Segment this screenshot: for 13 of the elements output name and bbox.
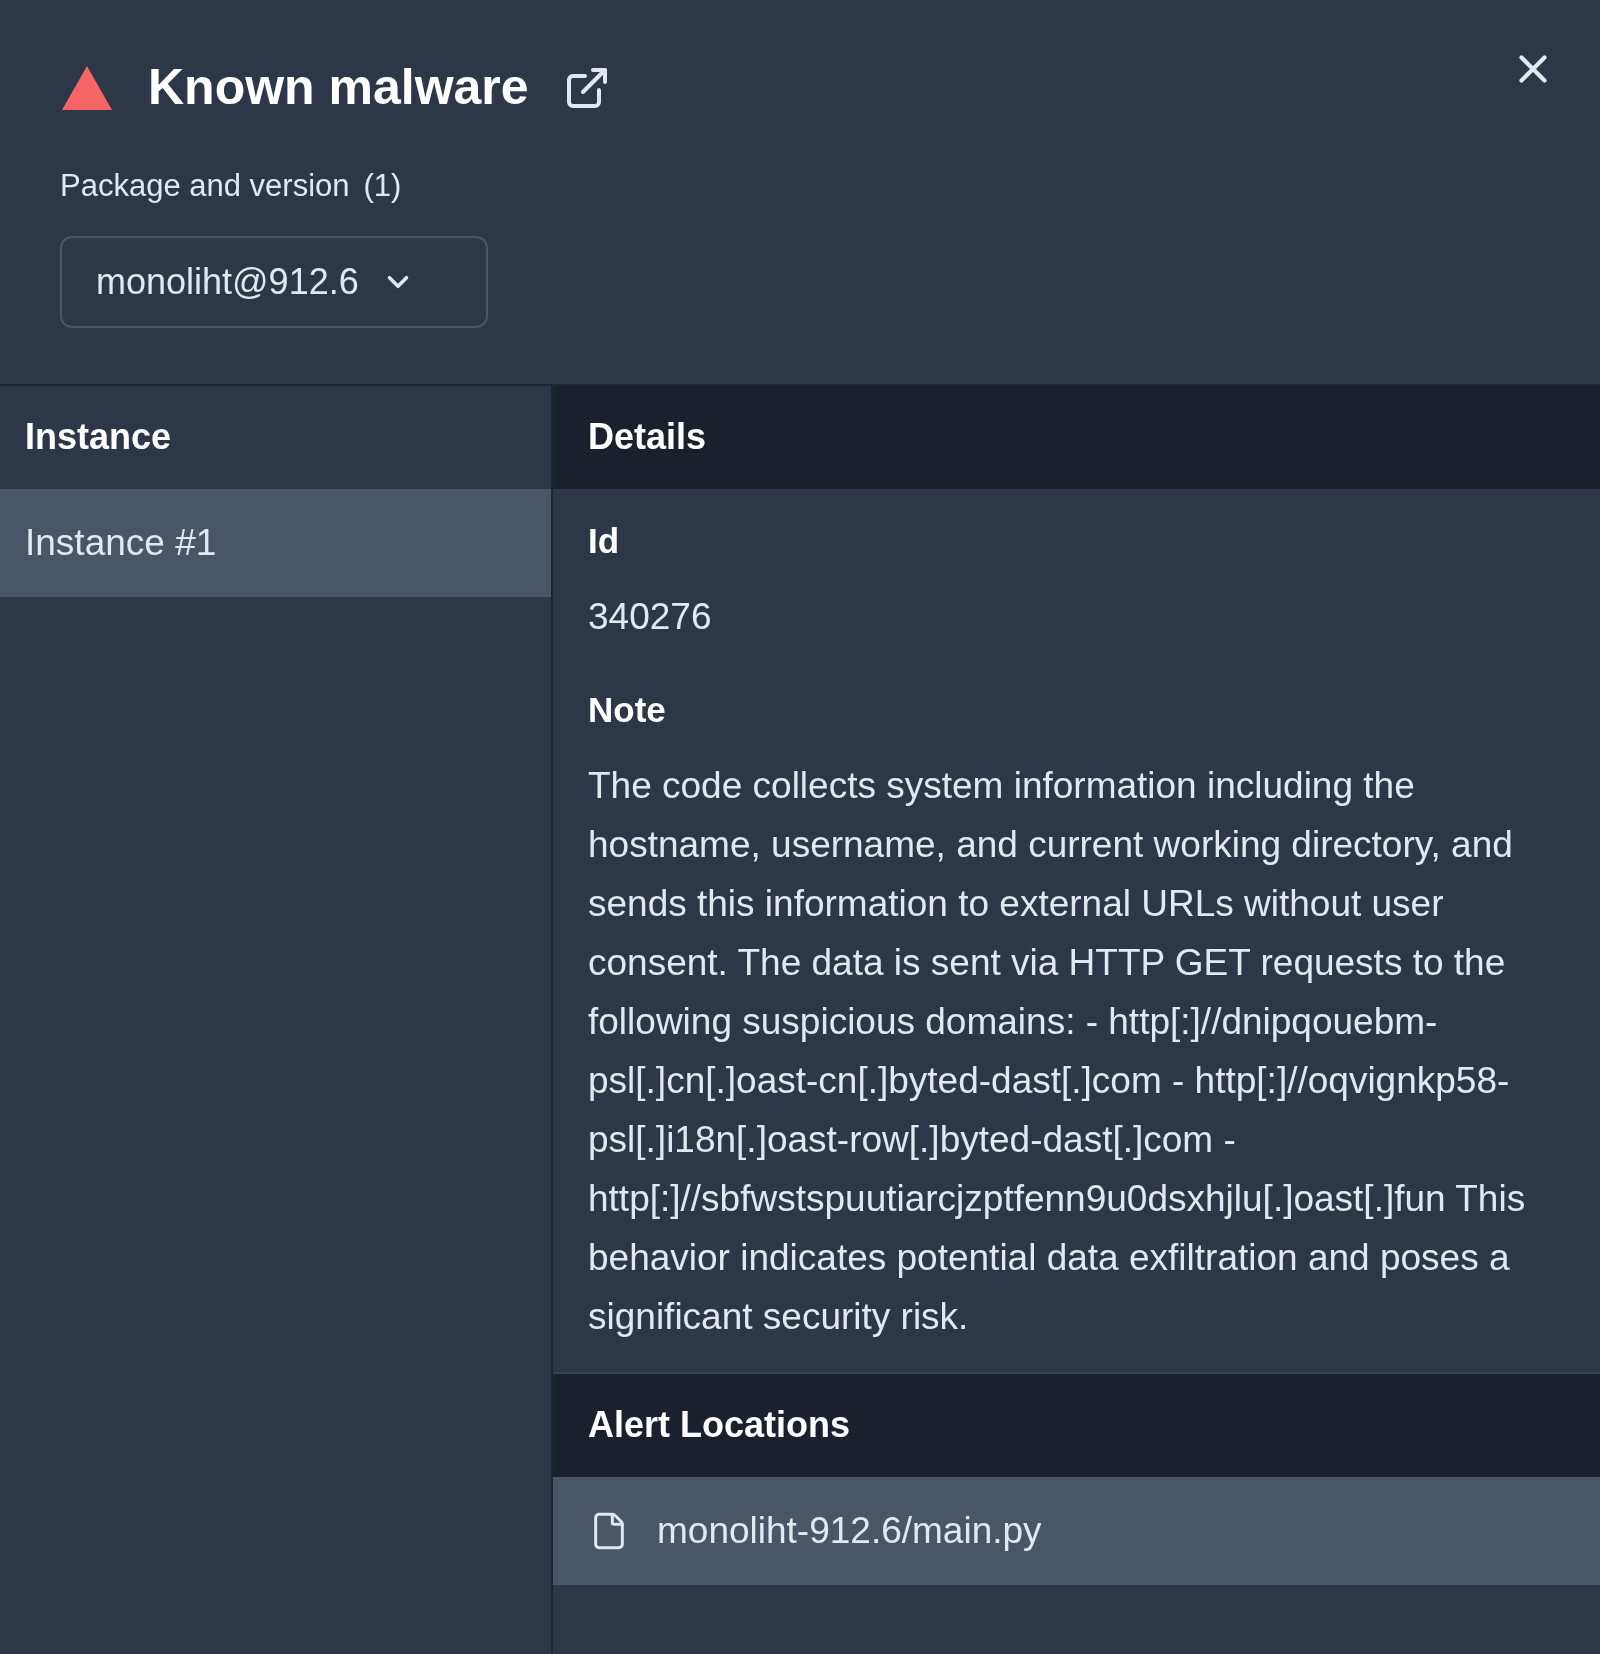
field-label: Package and version <box>60 167 350 205</box>
panel-title: Known malware <box>148 58 529 117</box>
instance-item[interactable]: Instance #1 <box>0 488 551 597</box>
column-header: Instance <box>24 415 173 459</box>
detail-label: Id <box>588 519 621 562</box>
count-label: (1) <box>363 167 402 205</box>
detail-value: The code collects system information including the hostname, username, and current working directory, and sends this information to external URLs without user consent. The data is sent via HTTP GET requests to the following suspicious domains: - http[:]//dnipqouebm-psl[.]cn[.]oast-cn[.]byted-dast[.]com - http[:]//oqvignkp58-psl[.]i18n[.]oast-row[.]byted-dast[.]com - http[:]//sbfwstspuutiarcjzptfenn9u0dsxhjlu[.]oast[.]fun This behavior indicates potential data exfiltration and poses a significant security risk. <box>588 763 1527 1339</box>
details-header: Details <box>553 385 1600 489</box>
version-dropdown[interactable]: monoliht@912.6 <box>60 235 488 328</box>
detail-value: 340276 <box>588 594 713 639</box>
file-path-link[interactable]: monoliht-912.6/main.py <box>657 1502 1042 1559</box>
detail-label: Note <box>588 688 667 731</box>
section-header: Alert Locations <box>553 1371 1600 1477</box>
